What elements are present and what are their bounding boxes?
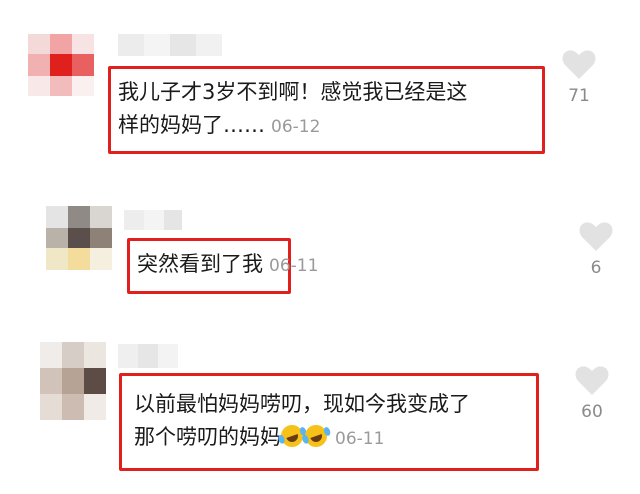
comment-text: 突然看到了我 06-11 [137, 248, 318, 283]
like-button[interactable]: 60 [567, 366, 617, 422]
comment-text-line: 以前最怕妈妈唠叨，现如今我变成了 [134, 392, 470, 416]
like-button[interactable]: 6 [571, 222, 621, 278]
heart-icon [575, 366, 609, 395]
comment-text: 以前最怕妈妈唠叨，现如今我变成了 那个唠叨的妈妈 06-11 [134, 388, 470, 456]
username-blurred[interactable] [118, 344, 178, 368]
heart-icon [579, 222, 613, 251]
like-button[interactable]: 71 [554, 50, 604, 106]
comment-text-line: 我儿子才3岁不到啊！感觉我已经是这 [118, 80, 468, 104]
comment-text-segment: 突然看到了我 [137, 252, 263, 276]
avatar[interactable] [46, 206, 112, 270]
avatar[interactable] [28, 34, 94, 96]
username-blurred[interactable] [124, 210, 182, 230]
comment-text-segment: 样的妈妈了…… [118, 113, 265, 137]
like-count: 60 [581, 402, 603, 422]
comment-date: 06-11 [335, 429, 385, 449]
comment-text-line: 样的妈妈了…… 06-12 [118, 109, 467, 144]
avatar[interactable] [40, 342, 106, 420]
comment-text-segment: 那个唠叨的妈妈 [134, 425, 281, 449]
rolling-on-floor-laughing-emoji-icon [301, 421, 331, 451]
heart-icon [562, 50, 596, 79]
comment-item-1: 我儿子才3岁不到啊！感觉我已经是这 样的妈妈了…… 06-12 71 [0, 0, 640, 170]
comment-text-line: 突然看到了我 06-11 [137, 248, 318, 283]
username-blurred[interactable] [118, 34, 222, 56]
comment-text: 我儿子才3岁不到啊！感觉我已经是这 样的妈妈了…… 06-12 [118, 76, 467, 144]
comment-item-3: 以前最怕妈妈唠叨，现如今我变成了 那个唠叨的妈妈 06-11 60 [0, 320, 640, 494]
like-count: 6 [590, 258, 602, 278]
like-count: 71 [568, 86, 590, 106]
comment-item-2: 突然看到了我 06-11 6 [0, 170, 640, 320]
comment-date: 06-12 [271, 117, 321, 137]
comment-date: 06-11 [269, 256, 319, 276]
comment-text-line: 那个唠叨的妈妈 06-11 [134, 421, 470, 456]
